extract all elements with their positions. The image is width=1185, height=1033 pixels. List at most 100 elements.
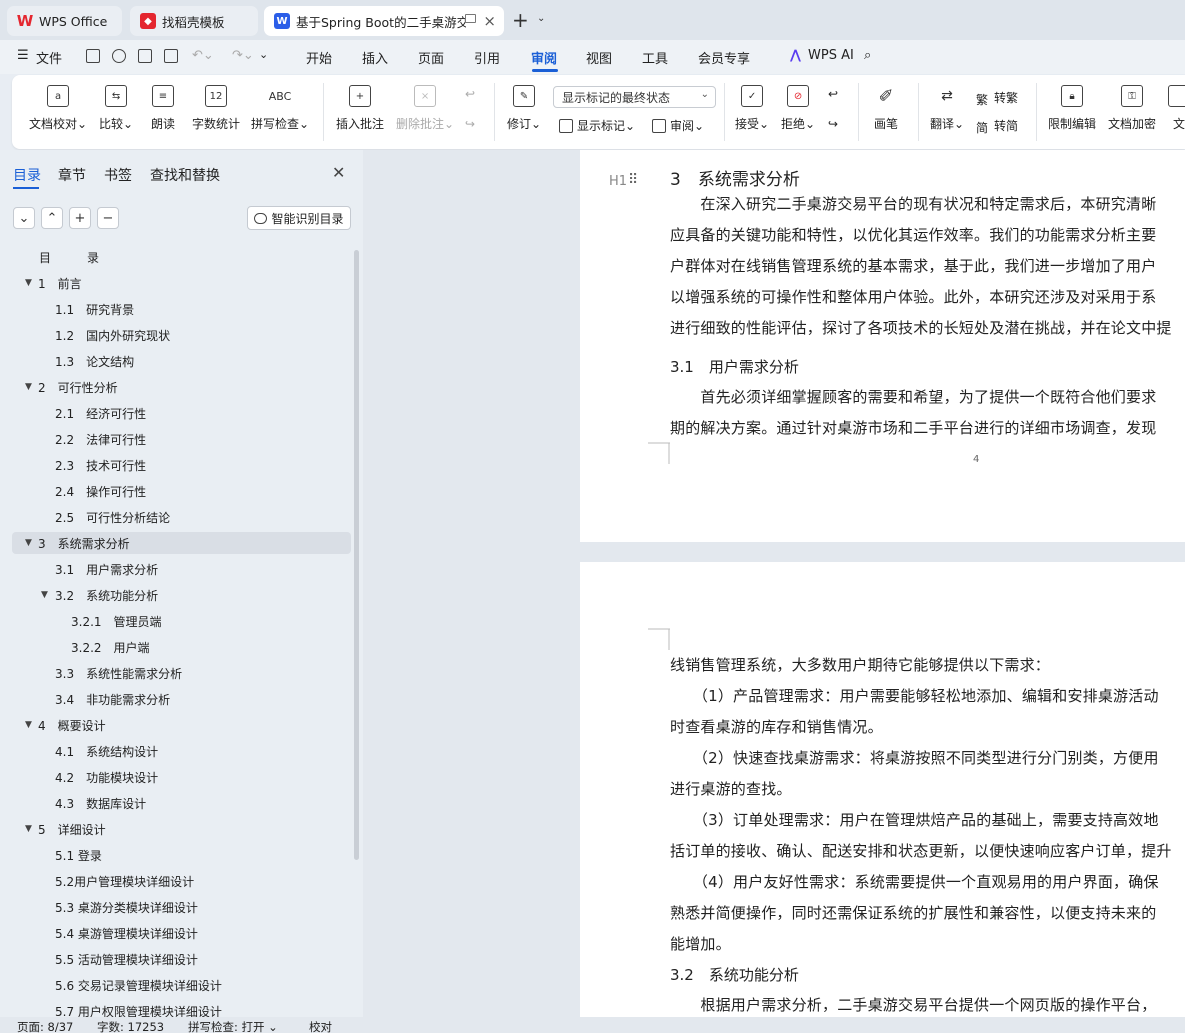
menu-review[interactable]: 审阅 xyxy=(531,48,557,67)
expand-arrow-icon[interactable]: ▼ xyxy=(25,278,32,288)
spellcheck-button[interactable]: ABC 拼写检查⌄ xyxy=(251,85,309,132)
pen-button[interactable]: ✐ 画笔 xyxy=(874,85,898,132)
menu-reference[interactable]: 引用 xyxy=(474,48,500,67)
accept-button[interactable]: ✓ 接受⌄ xyxy=(735,85,769,132)
expand-arrow-icon[interactable]: ▼ xyxy=(41,590,48,600)
menu-wps-ai[interactable]: WPS AI xyxy=(808,48,854,63)
menu-start[interactable]: 开始 xyxy=(306,48,332,67)
review-pane-button[interactable]: 审阅 ⌄ xyxy=(652,117,704,134)
toc-item[interactable]: ▼ 3.2 系统功能分析 xyxy=(12,584,351,606)
markup-state-select[interactable]: 显示标记的最终状态 ⌄ xyxy=(553,86,716,108)
toc-item[interactable]: ▼ 4 概要设计 xyxy=(12,714,351,736)
toc-item[interactable]: 1.2 国内外研究现状 xyxy=(12,324,351,346)
toc-item[interactable]: 3.3 系统性能需求分析 xyxy=(12,662,351,684)
toc-item[interactable]: ▼ 3 系统需求分析 xyxy=(12,532,351,554)
toc-item[interactable]: 1.1 研究背景 xyxy=(12,298,351,320)
toc-item[interactable]: 5.5 活动管理模块详细设计 xyxy=(12,948,351,970)
smart-toc-button[interactable]: 智能识别目录 xyxy=(247,206,351,230)
toc-item[interactable]: 1.3 论文结构 xyxy=(12,350,351,372)
expand-down-button[interactable]: ⌄ xyxy=(13,207,35,229)
print-preview-icon[interactable] xyxy=(164,49,178,63)
toc-item[interactable]: 2.4 操作可行性 xyxy=(12,480,351,502)
next-change-icon[interactable]: ↪ xyxy=(828,117,838,131)
compare-button[interactable]: ⇆ 比较⌄ xyxy=(99,85,133,132)
share-icon[interactable] xyxy=(112,49,126,63)
drag-handle-icon[interactable]: ⠿ xyxy=(628,172,638,188)
more-ribbon-button[interactable]: 文 xyxy=(1168,85,1185,132)
new-tab-plus-icon[interactable]: + xyxy=(512,8,529,32)
toc-item[interactable]: 5.6 交易记录管理模块详细设计 xyxy=(12,974,351,996)
toc-item[interactable]: 3.2.1 管理员端 xyxy=(12,610,351,632)
translate-button[interactable]: ⇄ 翻译⌄ xyxy=(930,85,964,132)
tab-docer-templates[interactable]: ◆ 找稻壳模板 xyxy=(130,6,258,36)
spellcheck-status[interactable]: 拼写检查: 打开 ⌄ xyxy=(188,1019,278,1033)
reject-button[interactable]: ⊘ 拒绝⌄ xyxy=(781,85,815,132)
monitor-icon[interactable] xyxy=(465,14,476,23)
tab-sections[interactable]: 章节 xyxy=(58,165,86,185)
menu-tools[interactable]: 工具 xyxy=(642,48,668,67)
toc-item[interactable]: ▼ 1 前言 xyxy=(12,272,351,294)
tab-current-document[interactable]: W 基于Spring Boot的二手桌游交 × xyxy=(264,6,504,36)
read-aloud-button[interactable]: ≡ 朗读 xyxy=(151,85,175,132)
encrypt-button[interactable]: ⚿ 文档加密 xyxy=(1108,85,1156,132)
add-heading-button[interactable]: + xyxy=(69,207,91,229)
insert-comment-button[interactable]: + 插入批注 xyxy=(336,85,384,132)
toc-item[interactable]: 3.4 非功能需求分析 xyxy=(12,688,351,710)
menu-insert[interactable]: 插入 xyxy=(362,48,388,67)
to-traditional-button[interactable]: 繁转繁 xyxy=(976,89,1018,107)
tab-bookmarks[interactable]: 书签 xyxy=(104,165,132,185)
toc-item[interactable]: 5.4 桌游管理模块详细设计 xyxy=(12,922,351,944)
quick-access-more-icon[interactable]: ⌄ xyxy=(259,48,268,61)
toc-item[interactable]: 4.3 数据库设计 xyxy=(12,792,351,814)
redo-icon[interactable]: ↷⌄ xyxy=(232,48,254,63)
toc-item[interactable]: 4.2 功能模块设计 xyxy=(12,766,351,788)
restrict-editing-button[interactable]: 🔒︎ 限制编辑 xyxy=(1048,85,1096,132)
save-icon[interactable] xyxy=(86,49,100,63)
menu-page[interactable]: 页面 xyxy=(418,48,444,67)
next-comment-icon[interactable]: ↪ xyxy=(465,117,475,131)
expand-arrow-icon[interactable]: ▼ xyxy=(25,720,32,730)
to-simplified-button[interactable]: 简转简 xyxy=(976,117,1018,135)
tab-list-chevron-icon[interactable]: ⌄ xyxy=(537,13,545,24)
page-indicator[interactable]: 页面: 8/37 xyxy=(17,1019,73,1033)
track-changes-button[interactable]: ✎ 修订⌄ xyxy=(507,85,541,132)
proof-status[interactable]: 校对 xyxy=(309,1019,332,1033)
collapse-up-button[interactable]: ⌃ xyxy=(41,207,63,229)
tab-wps-office[interactable]: W WPS Office xyxy=(7,6,122,36)
toc-item[interactable]: ▼ 2 可行性分析 xyxy=(12,376,351,398)
toc-item[interactable]: 2.1 经济可行性 xyxy=(12,402,351,424)
menu-view[interactable]: 视图 xyxy=(586,48,612,67)
document-page[interactable]: 线销售管理系统，大多数用户期待它能够提供以下需求： （1）产品管理需求：用户需要… xyxy=(580,562,1185,1017)
toc-item[interactable]: ▼ 5 详细设计 xyxy=(12,818,351,840)
prev-comment-icon[interactable]: ↩ xyxy=(465,87,475,101)
remove-heading-button[interactable]: − xyxy=(97,207,119,229)
delete-comment-button[interactable]: × 删除批注⌄ xyxy=(396,85,454,132)
prev-change-icon[interactable]: ↩ xyxy=(828,87,838,101)
toc-item[interactable]: 4.1 系统结构设计 xyxy=(12,740,351,762)
toc-item[interactable]: 5.2用户管理模块详细设计 xyxy=(12,870,351,892)
expand-arrow-icon[interactable]: ▼ xyxy=(25,824,32,834)
close-panel-icon[interactable]: ✕ xyxy=(332,163,345,182)
toc-item[interactable]: 2.2 法律可行性 xyxy=(12,428,351,450)
toc-item[interactable]: 3.1 用户需求分析 xyxy=(12,558,351,580)
word-count-status[interactable]: 字数: 17253 xyxy=(97,1019,164,1033)
undo-icon[interactable]: ↶⌄ xyxy=(192,48,214,63)
search-icon[interactable]: ⌕ xyxy=(864,48,871,63)
tab-find-replace[interactable]: 查找和替换 xyxy=(150,165,220,185)
document-page[interactable]: H1 ⠿ 3 系统需求分析 在深入研究二手桌游交易平台的现有状况和特定需求后，本… xyxy=(580,150,1185,542)
toc-item[interactable]: 5.1 登录 xyxy=(12,844,351,866)
toc-item[interactable]: 3.2.2 用户端 xyxy=(12,636,351,658)
menu-file[interactable]: 文件 xyxy=(36,48,62,67)
toc-item[interactable]: 2.5 可行性分析结论 xyxy=(12,506,351,528)
show-markup-button[interactable]: 显示标记 ⌄ xyxy=(559,117,635,134)
close-tab-icon[interactable]: × xyxy=(483,12,496,30)
print-icon[interactable] xyxy=(138,49,152,63)
menu-member[interactable]: 会员专享 xyxy=(698,48,750,67)
tab-toc[interactable]: 目录 xyxy=(13,165,41,185)
toc-item[interactable]: 2.3 技术可行性 xyxy=(12,454,351,476)
toc-item[interactable]: 目 录 xyxy=(12,246,351,268)
proofread-button[interactable]: a 文档校对⌄ xyxy=(29,85,87,132)
toc-item[interactable]: 5.3 桌游分类模块详细设计 xyxy=(12,896,351,918)
expand-arrow-icon[interactable]: ▼ xyxy=(25,382,32,392)
panel-scrollbar[interactable] xyxy=(354,250,359,860)
